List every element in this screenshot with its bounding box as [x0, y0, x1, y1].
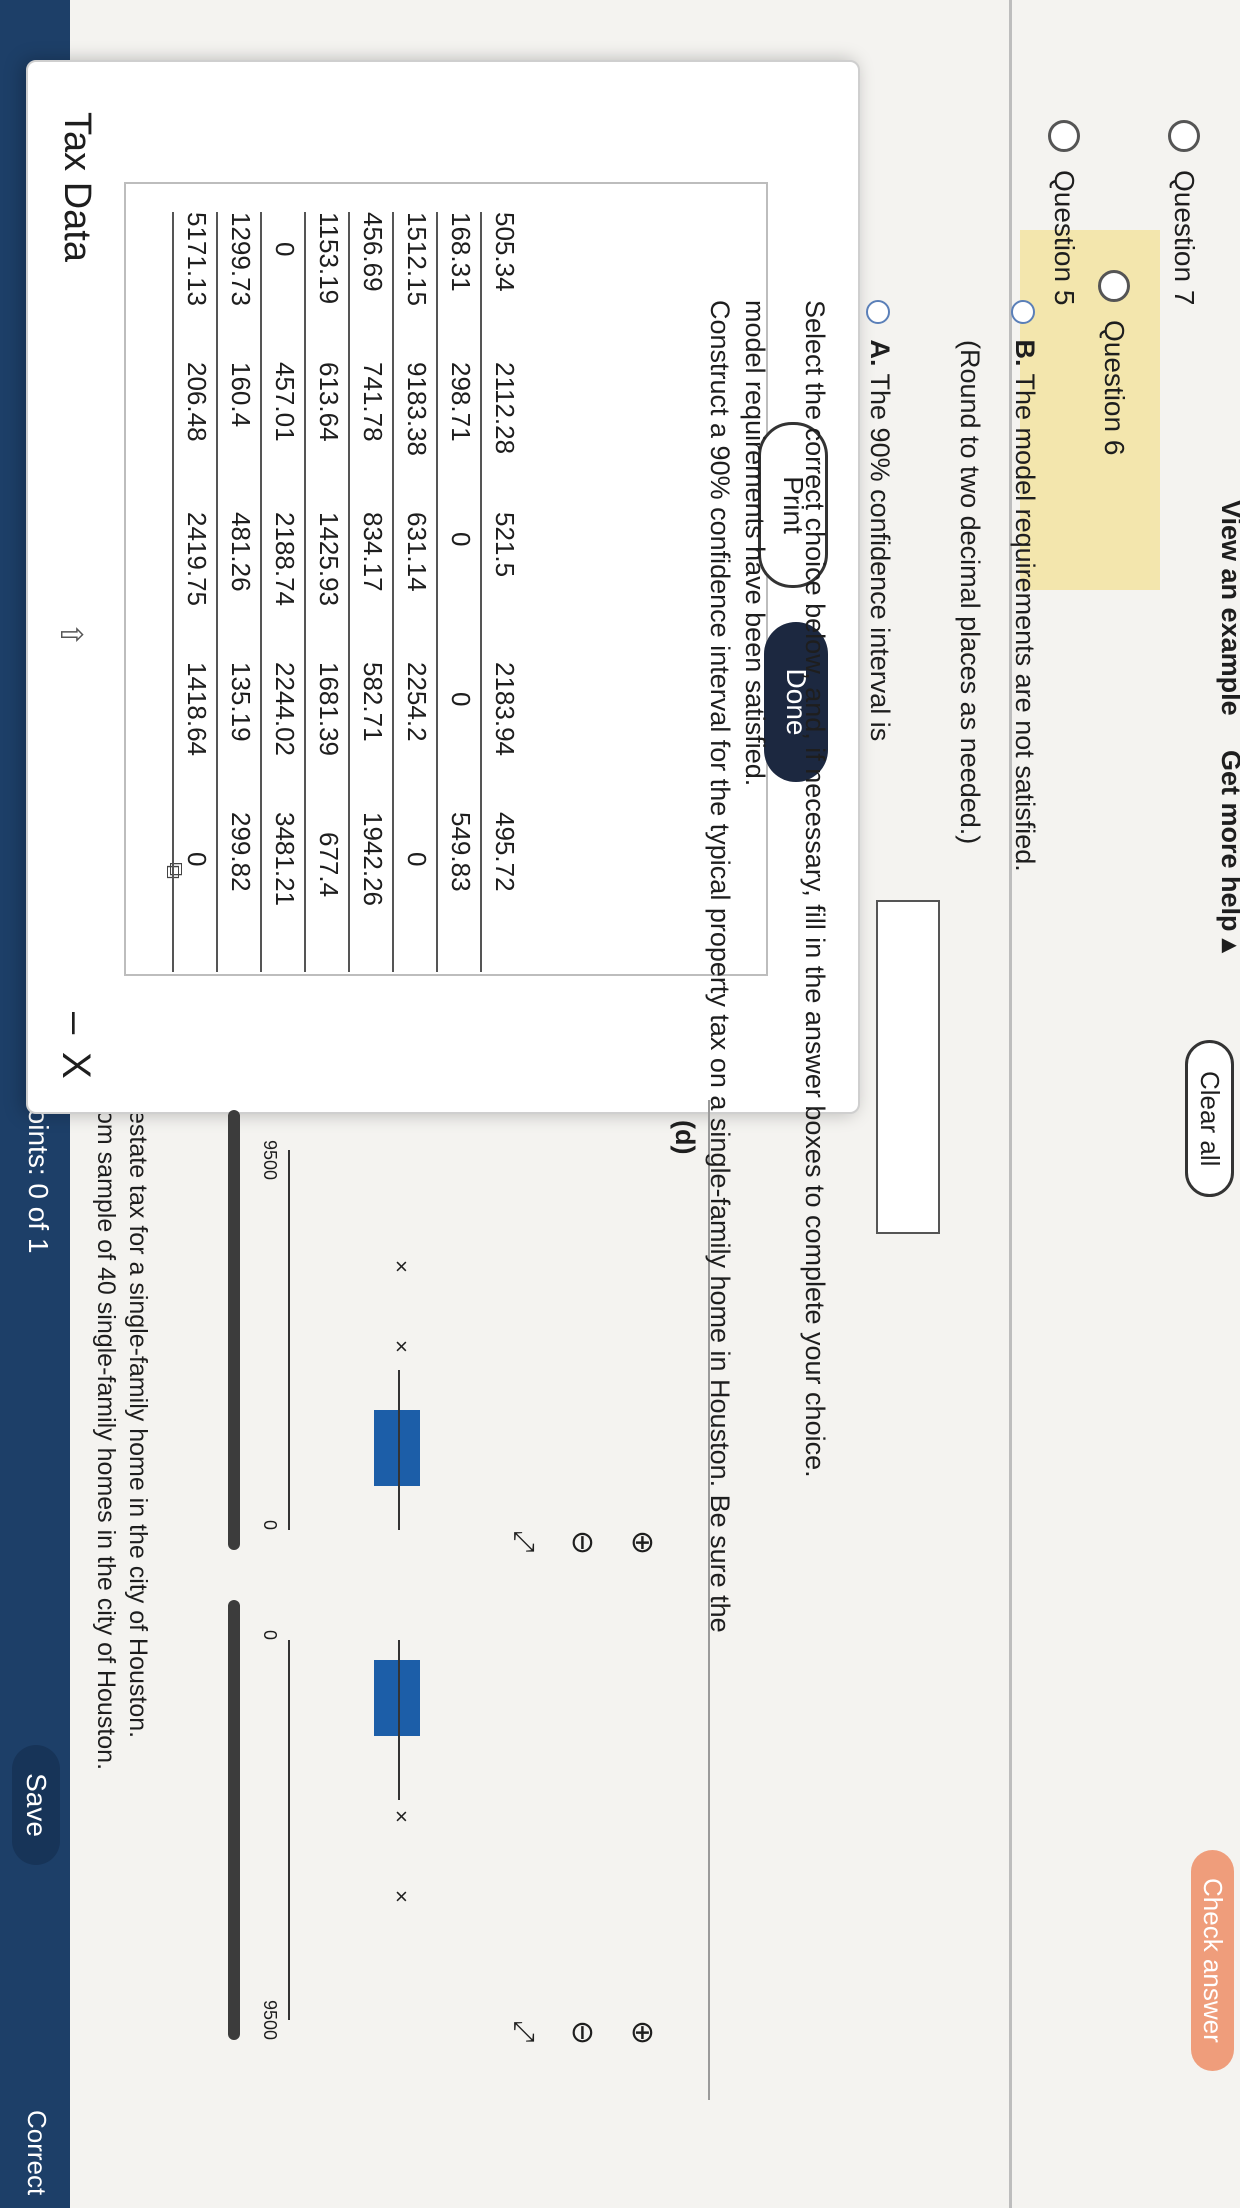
part-d-instruction: Select the correct choice below, and, if… — [800, 300, 830, 1478]
get-more-help-link[interactable]: Get more help ▴ — [1215, 750, 1240, 953]
check-answer-button[interactable]: Check answer — [1191, 1850, 1234, 2071]
part-d-prompt-line-1: Construct a 90% confidence interval for … — [705, 300, 735, 1633]
screen: Points: 0 of 1 Save Correct Question 5 Q… — [0, 0, 1240, 2208]
radio-icon[interactable] — [1011, 300, 1036, 324]
part-d-prompt: (d) — [670, 1120, 700, 1155]
radio-icon[interactable] — [866, 300, 891, 324]
ci-answer-box[interactable] — [876, 900, 940, 1234]
rotated-page: Points: 0 of 1 Save Correct Question 5 Q… — [0, 0, 1240, 2208]
view-example-link[interactable]: View an example — [1215, 500, 1240, 716]
option-a-note: (Round to two decimal places as needed.) — [955, 340, 985, 845]
part-d-section: (d) Construct a 90% confidence interval … — [0, 0, 1240, 2208]
clear-all-button[interactable]: Clear all — [1185, 1040, 1234, 1198]
part-d-prompt-line-2: model requirements have been satisfied. — [740, 300, 770, 787]
option-b[interactable]: B. The model requirements are not satisf… — [1009, 300, 1040, 872]
option-a[interactable]: A. The 90% confidence interval is — [864, 300, 895, 741]
